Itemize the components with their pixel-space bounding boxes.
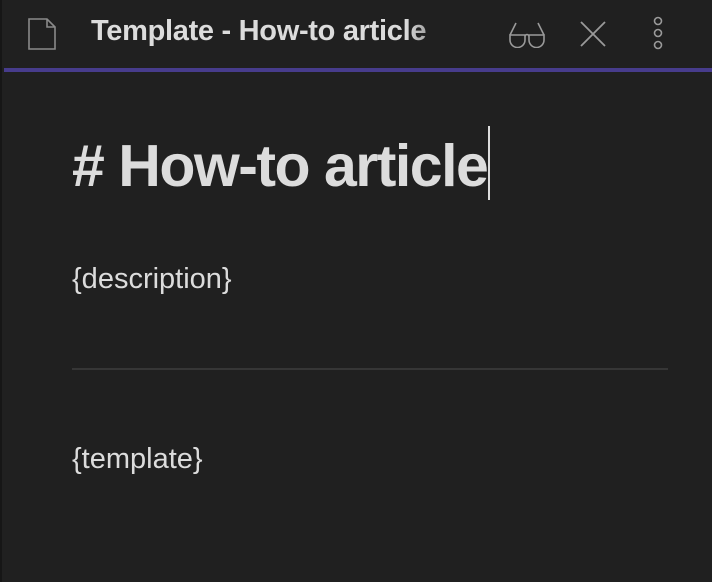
tab-title[interactable]: Template - How-to article <box>91 15 475 48</box>
heading-line[interactable]: # How-to article <box>72 126 491 200</box>
horizontal-rule <box>72 368 668 370</box>
template-placeholder[interactable]: {template} <box>72 443 203 476</box>
reading-view-icon[interactable] <box>508 20 546 53</box>
file-icon <box>28 18 56 55</box>
editor-pane: Template - How-to article # How-to artic… <box>0 0 712 582</box>
more-options-icon[interactable] <box>651 16 665 55</box>
description-placeholder[interactable]: {description} <box>72 263 232 296</box>
active-tab-indicator <box>4 68 712 72</box>
close-icon[interactable] <box>580 21 606 52</box>
tab-header: Template - How-to article <box>2 0 712 68</box>
heading-text: # How-to article <box>72 133 489 199</box>
text-cursor <box>488 126 491 200</box>
